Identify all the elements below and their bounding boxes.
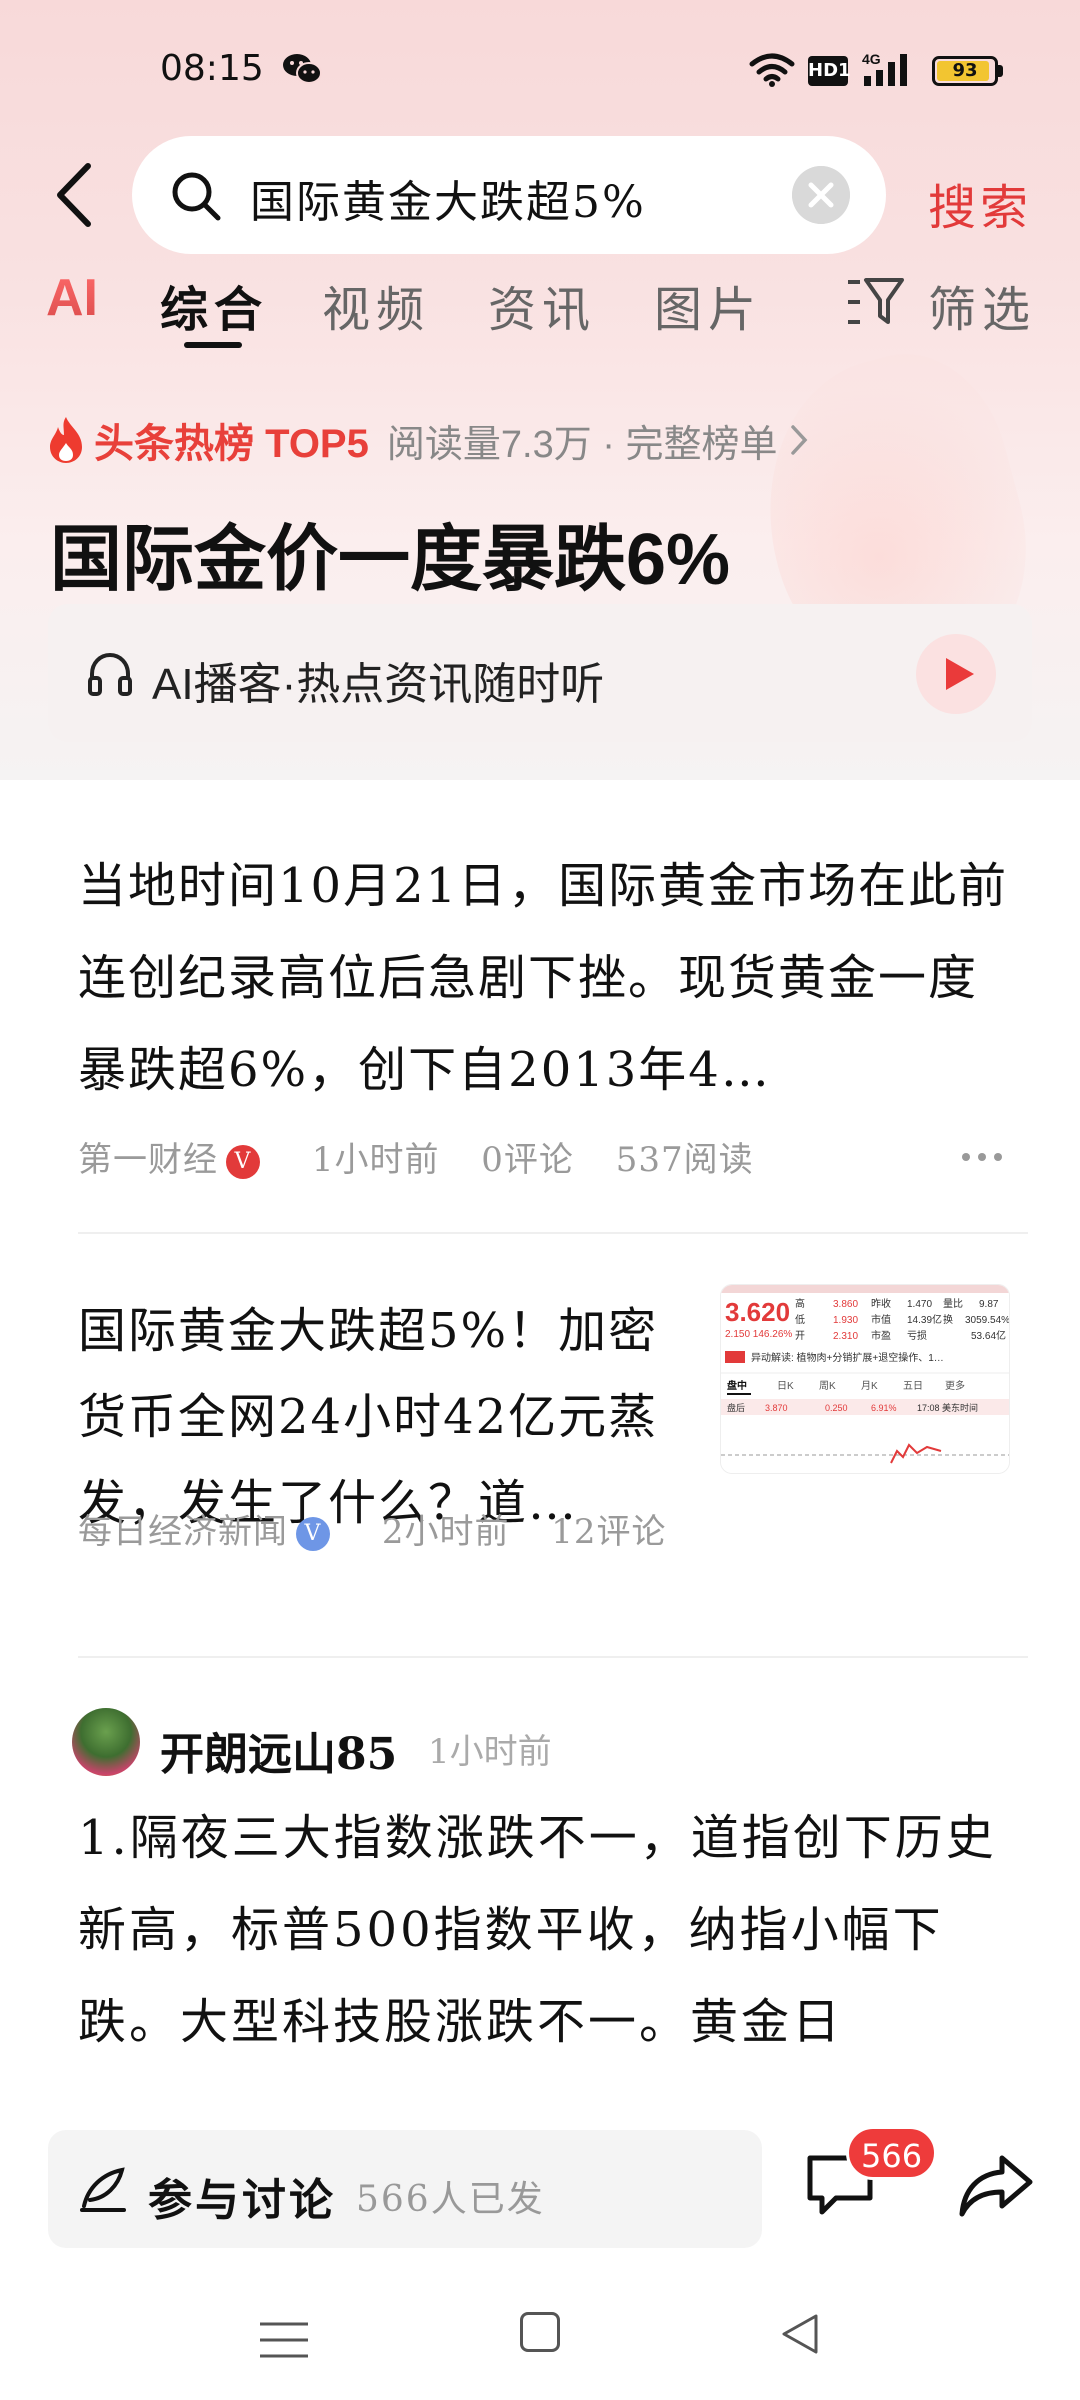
article-meta: 每日经济新闻 V 2小时前 12评论 bbox=[78, 1504, 667, 1553]
podcast-bar[interactable]: AI播客·热点资讯随时听 bbox=[48, 604, 1032, 742]
battery-level: 93 bbox=[952, 60, 978, 81]
thumb-cell: 9.87 bbox=[979, 1299, 999, 1310]
back-icon[interactable] bbox=[48, 160, 108, 230]
discuss-count: 566人已发 bbox=[356, 2179, 545, 2220]
thumb-tab: 盘中 bbox=[727, 1379, 747, 1392]
wechat-icon bbox=[283, 54, 322, 84]
thumb-sub: 盘后 bbox=[727, 1402, 745, 1413]
thumb-cell: 3059.54% bbox=[965, 1315, 1010, 1326]
more-options-icon[interactable] bbox=[960, 1150, 1004, 1164]
nav-back-icon[interactable] bbox=[778, 2312, 822, 2356]
pen-icon bbox=[80, 2167, 126, 2212]
thumb-cell: 亏损 bbox=[907, 1329, 927, 1342]
divider bbox=[78, 1232, 1028, 1234]
verified-badge-icon: V bbox=[296, 1517, 330, 1551]
bottom-bar: 参与讨论 566人已发 566 bbox=[0, 2100, 1080, 2400]
tab-bar: AI 综合 视频 资讯 图片 筛选 bbox=[0, 260, 1080, 350]
search-icon bbox=[172, 172, 221, 221]
hot-list-row[interactable]: 头条热榜 TOP5 阅读量7.3万 · 完整榜单 bbox=[46, 410, 811, 470]
thumb-news: 异动解读: 植物肉+分销扩展+退空操作、1… bbox=[751, 1351, 944, 1364]
status-bar: 08:15 HD1 4G 93 bbox=[0, 0, 1080, 140]
article-text[interactable]: 当地时间10月21日，国际黄金市场在此前连创纪录高位后急剧下挫。现货黄金一度暴跌… bbox=[78, 840, 1018, 1116]
thumb-cell: 2.310 bbox=[833, 1331, 858, 1342]
signal-icon: 4G bbox=[862, 51, 907, 86]
article-meta: 第一财经 V 1小时前 0评论 537阅读 bbox=[78, 1132, 754, 1181]
filter-icon[interactable] bbox=[846, 276, 904, 328]
play-icon bbox=[946, 658, 974, 690]
thumb-cell: 市盈 bbox=[871, 1329, 891, 1342]
thumb-cell: 14.39亿 bbox=[907, 1313, 942, 1326]
divider bbox=[78, 1656, 1028, 1658]
thumb-tab: 周K bbox=[819, 1380, 836, 1392]
thumb-cell: 53.64亿 bbox=[971, 1329, 1006, 1342]
thumb-cell: 1.470 bbox=[907, 1299, 932, 1310]
thumb-cell: 开 bbox=[795, 1331, 805, 1342]
thumb-tab: 月K bbox=[861, 1380, 878, 1392]
page-title[interactable]: 国际金价一度暴跌6% bbox=[50, 500, 730, 605]
hot-list-badge: 头条热榜 TOP5 bbox=[94, 422, 369, 466]
hot-list-meta: 阅读量7.3万 · 完整榜单 bbox=[386, 423, 778, 466]
avatar[interactable] bbox=[72, 1708, 140, 1776]
thumb-cell: 3.860 bbox=[833, 1299, 858, 1310]
thumb-sub: 6.91% bbox=[871, 1403, 897, 1413]
battery-tip bbox=[998, 65, 1003, 77]
thumb-cell: 昨收 bbox=[871, 1297, 891, 1310]
tab-news[interactable]: 资讯 bbox=[488, 270, 596, 340]
thumb-cell: 低 bbox=[795, 1313, 805, 1326]
thumb-tab: 更多 bbox=[945, 1379, 965, 1392]
search-query: 国际黄金大跌超5% bbox=[250, 177, 646, 228]
tab-all[interactable]: 综合 bbox=[160, 270, 268, 340]
battery-icon: 93 bbox=[932, 56, 998, 86]
thumb-price: 3.620 bbox=[725, 1297, 790, 1327]
thumb-cell: 换 bbox=[943, 1313, 953, 1326]
fire-icon bbox=[50, 417, 82, 463]
search-input[interactable]: 国际黄金大跌超5% bbox=[132, 136, 886, 254]
tab-ai[interactable]: AI bbox=[46, 268, 98, 328]
results-card: 当地时间10月21日，国际黄金市场在此前连创纪录高位后急剧下挫。现货黄金一度暴跌… bbox=[24, 780, 1056, 2100]
verified-badge-icon: V bbox=[226, 1145, 260, 1179]
article-thumbnail[interactable]: 3.620 2.150 146.26% 高 3.860 昨收 1.470 量比 … bbox=[720, 1284, 1010, 1474]
stock-quote-image: 3.620 2.150 146.26% 高 3.860 昨收 1.470 量比 … bbox=[721, 1285, 1010, 1473]
article-source: 每日经济新闻 bbox=[78, 1512, 288, 1552]
thumb-tab: 五日 bbox=[903, 1381, 923, 1392]
podcast-label: AI播客·热点资讯随时听 bbox=[152, 660, 605, 709]
wifi-icon bbox=[749, 53, 795, 87]
article-comments: 12评论 bbox=[551, 1512, 667, 1552]
discuss-input[interactable]: 参与讨论 566人已发 bbox=[48, 2130, 762, 2248]
filter-button[interactable]: 筛选 bbox=[928, 270, 1036, 340]
play-button[interactable] bbox=[916, 634, 996, 714]
discuss-label: 参与讨论 bbox=[148, 2175, 336, 2226]
network-type-label: 4G bbox=[862, 51, 881, 67]
tab-video[interactable]: 视频 bbox=[322, 270, 430, 340]
share-icon[interactable] bbox=[956, 2150, 1036, 2220]
thumb-sub: 3.870 bbox=[765, 1403, 788, 1413]
post-username[interactable]: 开朗远山85 bbox=[160, 1718, 397, 1782]
active-tab-indicator bbox=[184, 342, 242, 348]
chevron-right-icon bbox=[791, 425, 808, 455]
thumb-tab: 日K bbox=[777, 1381, 794, 1392]
post-time: 1小时前 bbox=[428, 1732, 552, 1772]
headphones-icon bbox=[88, 652, 132, 696]
post-text[interactable]: 1.隔夜三大指数涨跌不一，道指创下历史新高，标普500指数平收，纳指小幅下跌。大… bbox=[78, 1792, 1038, 2068]
tab-images[interactable]: 图片 bbox=[654, 270, 762, 340]
comment-count-badge: 566 bbox=[846, 2126, 938, 2180]
clear-icon[interactable] bbox=[792, 166, 850, 224]
status-time: 08:15 bbox=[160, 48, 264, 89]
article-time: 1小时前 bbox=[311, 1140, 440, 1180]
menu-icon[interactable] bbox=[256, 2318, 312, 2362]
thumb-sub: 17:08 美东时间 bbox=[917, 1402, 978, 1413]
article-source: 第一财经 bbox=[78, 1140, 218, 1180]
thumb-sub: 0.250 bbox=[825, 1403, 848, 1413]
article-comments: 0评论 bbox=[481, 1140, 574, 1180]
search-button[interactable]: 搜索 bbox=[928, 168, 1032, 238]
thumb-cell: 1.930 bbox=[833, 1315, 858, 1326]
thumb-cell: 量比 bbox=[943, 1298, 963, 1310]
thumb-cell: 高 bbox=[795, 1297, 805, 1310]
thumb-change: 2.150 146.26% bbox=[725, 1329, 792, 1340]
home-icon[interactable] bbox=[520, 2312, 560, 2352]
hd-icon: HD1 bbox=[808, 56, 851, 86]
article-reads: 537阅读 bbox=[615, 1140, 754, 1180]
article-time: 2小时前 bbox=[381, 1512, 510, 1552]
thumb-cell: 市值 bbox=[871, 1313, 891, 1326]
